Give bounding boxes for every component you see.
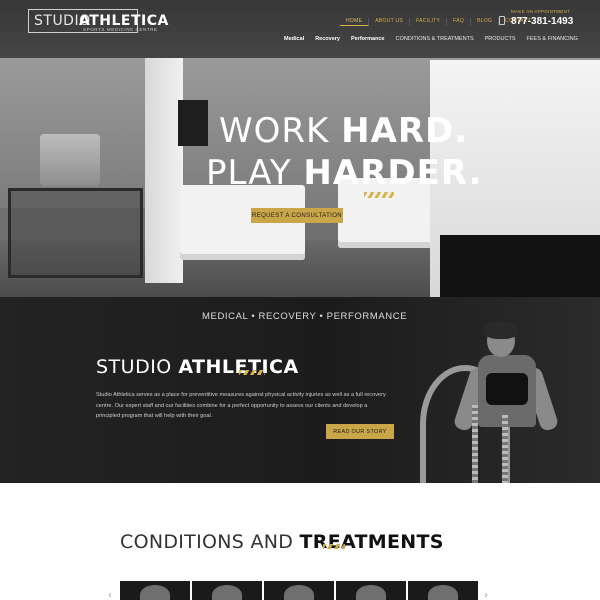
athlete-battle-ropes-image bbox=[412, 315, 600, 483]
phone-number[interactable]: 877-381-1493 bbox=[511, 16, 573, 27]
hero-cube-shadow bbox=[440, 235, 600, 297]
conditions-title-light: CONDITIONS AND bbox=[120, 531, 300, 553]
thumbnail-figure bbox=[284, 585, 314, 600]
top-nav: HOME ABOUT US FACILITY FAQ BLOG CONTACT bbox=[340, 18, 537, 26]
main-nav-products[interactable]: PRODUCTS bbox=[485, 36, 516, 42]
hero-shelf-image bbox=[8, 188, 143, 278]
read-our-story-button[interactable]: READ OUR STORY bbox=[326, 424, 394, 439]
hero-line2-bold: HARDER. bbox=[303, 153, 483, 193]
hero-accent-stripes bbox=[364, 192, 394, 198]
top-nav-about-us[interactable]: ABOUT US bbox=[369, 18, 411, 26]
hero-headline-line1: WORK HARD. bbox=[219, 112, 468, 150]
condition-thumbnail[interactable] bbox=[192, 581, 262, 600]
request-consultation-button[interactable]: REQUEST A CONSULTATION bbox=[251, 208, 343, 223]
rope-left bbox=[472, 405, 478, 483]
about-accent-stripes bbox=[239, 370, 265, 375]
appointment-label: MAKE AN APPOINTMENT bbox=[511, 9, 571, 14]
site-header: STUDIO ATHLETICA SPORTS MEDICINE CENTRE … bbox=[0, 0, 600, 58]
thumbnail-figure bbox=[428, 585, 458, 600]
conditions-title-bold: TREATMENTS bbox=[299, 531, 444, 553]
main-nav: Medical Recovery Performance CONDITIONS … bbox=[284, 36, 589, 42]
top-nav-faq[interactable]: FAQ bbox=[447, 18, 472, 26]
main-nav-medical[interactable]: Medical bbox=[284, 36, 304, 42]
phone-icon bbox=[499, 16, 505, 25]
about-section: MEDICAL • RECOVERY • PERFORMANCE STUDIO … bbox=[0, 297, 600, 483]
conditions-title: CONDITIONS AND TREATMENTS bbox=[120, 531, 444, 553]
athlete-hair bbox=[484, 321, 518, 339]
athlete-top bbox=[486, 373, 528, 405]
about-title-light: STUDIO bbox=[96, 356, 179, 378]
hero-jars-image bbox=[40, 134, 100, 186]
hero-line1-bold: HARD. bbox=[341, 111, 469, 151]
hero-headline-line2: PLAY HARDER. bbox=[206, 154, 483, 192]
condition-thumbnail[interactable] bbox=[264, 581, 334, 600]
about-description: Studio Athletica serves as a place for p… bbox=[96, 392, 386, 419]
thumbnail-figure bbox=[212, 585, 242, 600]
carousel-next-icon[interactable]: › bbox=[484, 590, 488, 600]
top-nav-home[interactable]: HOME bbox=[340, 18, 370, 26]
rope-right bbox=[502, 415, 508, 483]
thumbnail-figure bbox=[356, 585, 386, 600]
main-nav-conditions-treatments[interactable]: CONDITIONS & TREATMENTS bbox=[396, 36, 474, 42]
about-title: STUDIO ATHLETICA bbox=[96, 356, 299, 378]
top-nav-blog[interactable]: BLOG bbox=[471, 18, 500, 26]
logo-tagline: SPORTS MEDICINE CENTRE bbox=[83, 27, 158, 32]
hero-line2-light: PLAY bbox=[206, 153, 304, 193]
main-nav-fees-financing[interactable]: FEES & FINANCING bbox=[527, 36, 578, 42]
main-nav-performance[interactable]: Performance bbox=[351, 36, 385, 42]
main-nav-recovery[interactable]: Recovery bbox=[315, 36, 340, 42]
conditions-accent-stripes bbox=[323, 544, 345, 549]
top-nav-facility[interactable]: FACILITY bbox=[410, 18, 448, 26]
hero-pillar bbox=[145, 58, 183, 283]
conditions-section: CONDITIONS AND TREATMENTS ‹ › bbox=[0, 483, 600, 600]
hero-tv-image bbox=[178, 100, 208, 146]
condition-thumbnail[interactable] bbox=[336, 581, 406, 600]
carousel-prev-icon[interactable]: ‹ bbox=[108, 590, 112, 600]
conditions-carousel bbox=[120, 581, 478, 600]
hero-line1-light: WORK bbox=[219, 111, 342, 151]
thumbnail-figure bbox=[140, 585, 170, 600]
condition-thumbnail[interactable] bbox=[408, 581, 478, 600]
services-tagline: MEDICAL • RECOVERY • PERFORMANCE bbox=[202, 311, 408, 322]
condition-thumbnail[interactable] bbox=[120, 581, 190, 600]
